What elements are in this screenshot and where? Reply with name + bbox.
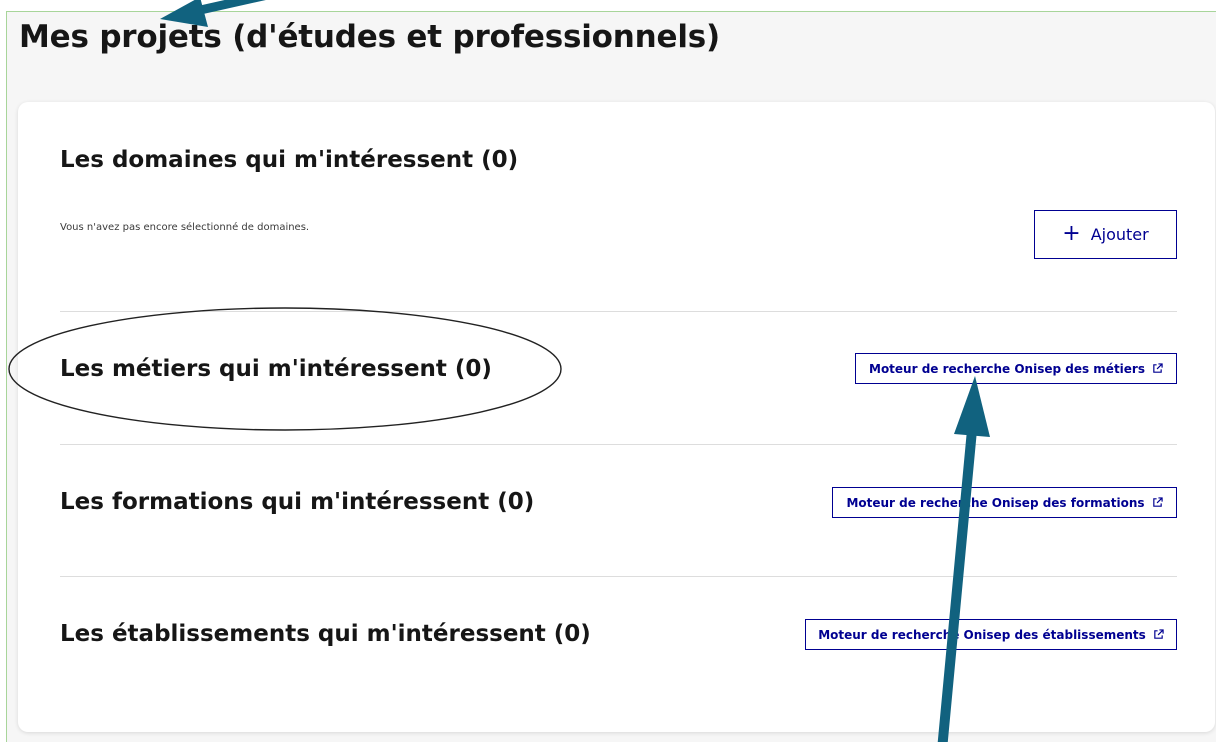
formations-title: Les formations qui m'intéressent (0) (60, 489, 535, 515)
external-link-icon (1153, 363, 1163, 373)
metiers-title: Les métiers qui m'intéressent (0) (60, 356, 492, 382)
plus-icon: + (1062, 220, 1081, 246)
onisep-metiers-link[interactable]: Moteur de recherche Onisep des métiers (855, 353, 1177, 384)
onisep-formations-link-label: Moteur de recherche Onisep des formation… (846, 495, 1145, 510)
domaines-title: Les domaines qui m'intéressent (0) (60, 147, 519, 173)
add-domaine-button[interactable]: + Ajouter (1034, 210, 1177, 259)
etablissements-title: Les établissements qui m'intéressent (0) (60, 621, 591, 647)
divider (60, 311, 1177, 312)
page: Mes projets (d'études et professionnels)… (0, 0, 1216, 742)
external-link-icon (1152, 497, 1163, 507)
onisep-etablissements-link-label: Moteur de recherche Onisep des établisse… (818, 627, 1146, 642)
external-link-icon (1154, 629, 1164, 639)
onisep-etablissements-link[interactable]: Moteur de recherche Onisep des établisse… (805, 619, 1177, 650)
onisep-formations-link[interactable]: Moteur de recherche Onisep des formation… (832, 487, 1177, 518)
divider (60, 576, 1177, 577)
onisep-metiers-link-label: Moteur de recherche Onisep des métiers (869, 361, 1145, 376)
page-title: Mes projets (d'études et professionnels) (19, 19, 720, 55)
divider (60, 444, 1177, 445)
add-button-label: Ajouter (1090, 225, 1149, 244)
domaines-empty-text: Vous n'avez pas encore sélectionné de do… (60, 222, 310, 233)
